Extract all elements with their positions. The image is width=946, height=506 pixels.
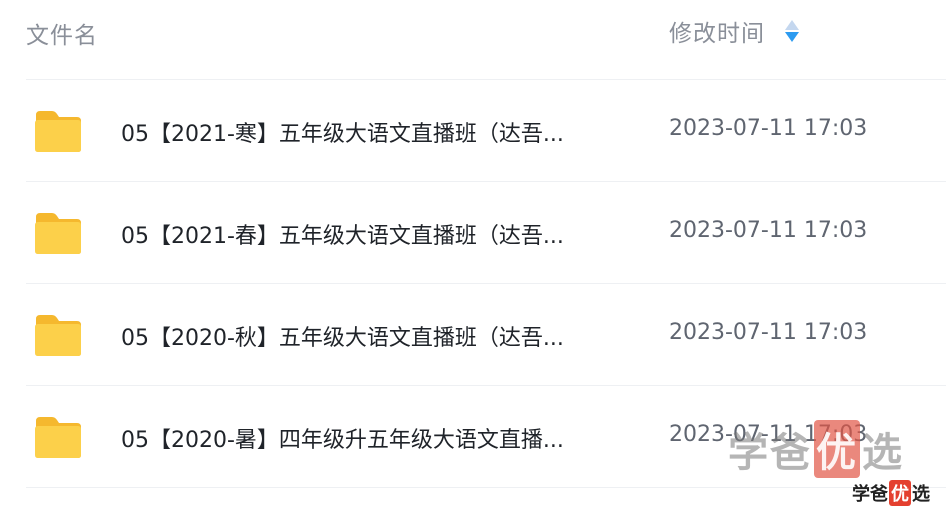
watermark-logo-text: 选 xyxy=(912,484,930,505)
sort-icon[interactable] xyxy=(785,18,799,44)
file-name[interactable]: 05【2020-秋】五年级大语文直播班（达吾... xyxy=(121,320,621,352)
file-list-header: 文件名 修改时间 xyxy=(0,0,946,80)
sort-descending-icon xyxy=(785,32,799,42)
file-modified-time: 2023-07-11 17:03 xyxy=(669,320,868,345)
file-modified-time: 2023-07-11 17:03 xyxy=(669,116,868,141)
table-row[interactable]: 05【2021-春】五年级大语文直播班（达吾... 2023-07-11 17:… xyxy=(0,182,946,284)
watermark-logo: 学爸 优 选 xyxy=(852,480,930,506)
column-header-modified-time[interactable]: 修改时间 xyxy=(669,14,799,48)
sort-ascending-icon xyxy=(785,20,799,30)
folder-icon xyxy=(35,111,81,152)
file-modified-time: 2023-07-11 17:03 xyxy=(669,218,868,243)
watermark-overlay: 学爸 优 选 xyxy=(728,420,904,478)
file-list-page: 文件名 修改时间 05【2021-寒】五年级大语文直播班（达吾... 2023-… xyxy=(0,0,946,506)
watermark-text: 选 xyxy=(862,430,904,476)
column-header-modified-time-label: 修改时间 xyxy=(669,21,765,47)
watermark-text: 学爸 xyxy=(728,430,812,476)
watermark-logo-highlight: 优 xyxy=(889,480,911,506)
column-header-name[interactable]: 文件名 xyxy=(26,16,98,50)
file-name[interactable]: 05【2021-寒】五年级大语文直播班（达吾... xyxy=(121,116,621,148)
table-row[interactable]: 05【2021-寒】五年级大语文直播班（达吾... 2023-07-11 17:… xyxy=(0,80,946,182)
folder-icon xyxy=(35,213,81,254)
file-name[interactable]: 05【2020-暑】四年级升五年级大语文直播... xyxy=(121,422,621,454)
file-name[interactable]: 05【2021-春】五年级大语文直播班（达吾... xyxy=(121,218,621,250)
watermark-highlight: 优 xyxy=(814,420,860,478)
folder-icon xyxy=(35,417,81,458)
folder-icon xyxy=(35,315,81,356)
watermark-logo-text: 学爸 xyxy=(852,484,888,505)
row-divider xyxy=(26,487,946,488)
table-row[interactable]: 05【2020-秋】五年级大语文直播班（达吾... 2023-07-11 17:… xyxy=(0,284,946,386)
